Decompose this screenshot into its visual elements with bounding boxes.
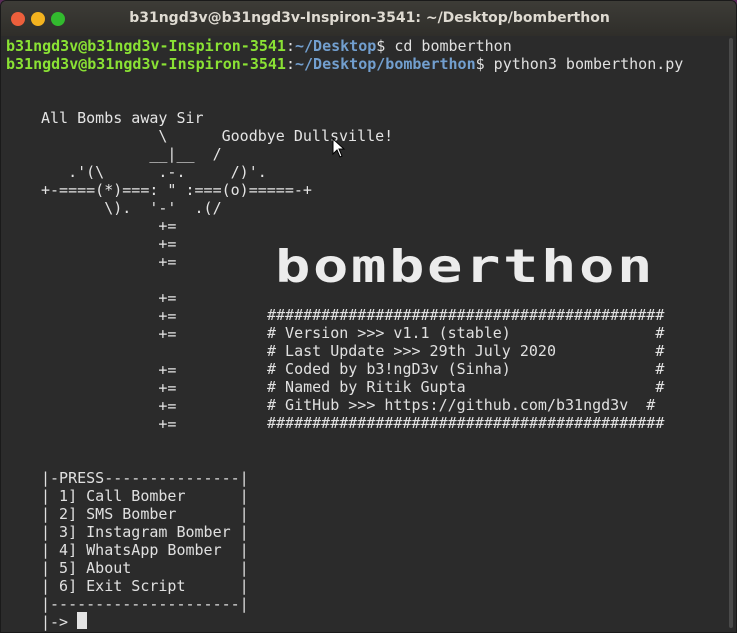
art-line: += xyxy=(41,253,177,271)
info-line: # Version >>> v1.1 (stable) # xyxy=(267,324,665,342)
prompt-command: cd bomberthon xyxy=(385,37,512,55)
art-line: += xyxy=(41,235,177,253)
art-line: += xyxy=(41,307,177,325)
prompt-line-1: b31ngd3v@b31ngd3v-Inspiron-3541:~/Deskto… xyxy=(6,37,512,55)
prompt-user: b31ngd3v@b31ngd3v-Inspiron-3541 xyxy=(6,55,286,73)
text-cursor[interactable] xyxy=(77,612,87,629)
terminal-output[interactable]: b31ngd3v@b31ngd3v-Inspiron-3541:~/Deskto… xyxy=(1,36,728,632)
terminal-window: b31ngd3v@b31ngd3v-Inspiron-3541: ~/Deskt… xyxy=(0,0,737,633)
menu-item-whatsapp-bomber: | 4] WhatsApp Bomber | xyxy=(41,541,249,559)
menu-item-about: | 5] About | xyxy=(41,559,249,577)
input-prompt[interactable]: |-> xyxy=(41,613,77,631)
prompt-path: ~/Desktop/bomberthon xyxy=(295,55,476,73)
menu-item-exit-script: | 6] Exit Script | xyxy=(41,577,249,595)
logo-text: bomberthon xyxy=(275,248,655,288)
prompt-line-2: b31ngd3v@b31ngd3v-Inspiron-3541:~/Deskto… xyxy=(6,55,683,73)
titlebar[interactable]: b31ngd3v@b31ngd3v-Inspiron-3541: ~/Deskt… xyxy=(1,1,736,37)
art-line: \). '-' .(/ xyxy=(41,199,222,217)
menu-header: |-PRESS---------------| xyxy=(41,469,249,487)
prompt-path: ~/Desktop xyxy=(295,37,377,55)
art-line: += xyxy=(41,289,177,307)
art-line: += xyxy=(41,361,177,379)
scrollbar[interactable] xyxy=(726,36,736,632)
art-line: .'(\ .-. /)'. xyxy=(41,163,285,181)
window-title: b31ngd3v@b31ngd3v-Inspiron-3541: ~/Deskt… xyxy=(129,10,610,26)
prompt-sep: : xyxy=(285,55,295,73)
prompt-sep: : xyxy=(285,37,295,55)
menu-item-sms-bomber: | 2] SMS Bomber | xyxy=(41,505,249,523)
menu-item-instagram-bomber: | 3] Instagram Bomber | xyxy=(41,523,249,541)
scrollbar-thumb[interactable] xyxy=(729,38,733,628)
info-line: # GitHub >>> https://github.com/b31ngd3v… xyxy=(267,396,656,414)
art-line: += xyxy=(41,325,177,343)
art-line: += xyxy=(41,217,177,235)
prompt-command: python3 bomberthon.py xyxy=(484,55,684,73)
art-line: += xyxy=(41,379,177,397)
art-line: += xyxy=(41,415,177,433)
prompt-symbol: $ xyxy=(376,37,386,55)
prompt-user: b31ngd3v@b31ngd3v-Inspiron-3541 xyxy=(6,37,286,55)
bomberthon-logo: bomberthon xyxy=(275,248,655,288)
info-line: ########################################… xyxy=(267,414,665,432)
prompt-symbol: $ xyxy=(475,55,485,73)
art-line: __|__ / xyxy=(41,145,222,163)
mouse-pointer-icon xyxy=(332,138,346,158)
art-line: All Bombs away Sir xyxy=(41,109,204,127)
info-line: # Named by Ritik Gupta # xyxy=(267,378,665,396)
info-line: ########################################… xyxy=(267,306,665,324)
art-line: += xyxy=(41,397,177,415)
menu-footer: |---------------------| xyxy=(41,595,249,613)
info-line: # Coded by b3!ngD3v (Sinha) # xyxy=(267,360,665,378)
art-line: +-====(*)===: " :===(o)=====-+ xyxy=(41,181,312,199)
info-line: # Last Update >>> 29th July 2020 # xyxy=(267,342,665,360)
menu-item-call-bomber: | 1] Call Bomber | xyxy=(41,487,249,505)
